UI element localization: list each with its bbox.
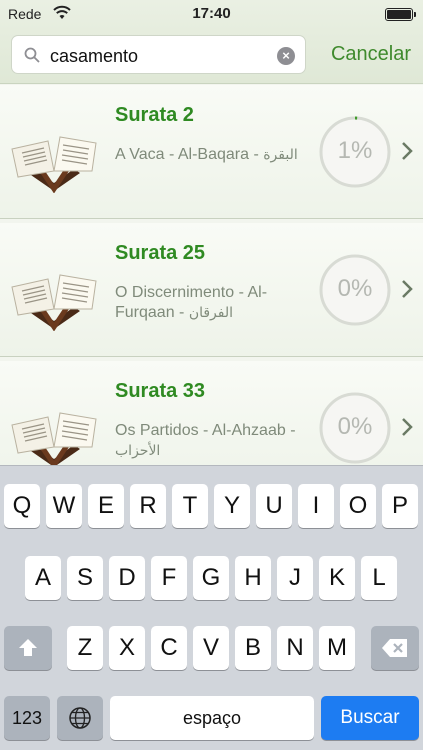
surah-subtitle-text: A Vaca - Al-Baqara - bbox=[115, 146, 264, 163]
search-input[interactable]: casamento × bbox=[11, 35, 306, 74]
globe-key[interactable] bbox=[57, 696, 103, 740]
chevron-right-icon[interactable] bbox=[401, 279, 413, 299]
surah-subtitle: A Vaca - Al-Baqara - البقرة bbox=[115, 145, 315, 165]
status-time: 17:40 bbox=[192, 5, 231, 22]
backspace-icon bbox=[382, 639, 407, 657]
battery-icon bbox=[385, 8, 416, 21]
progress-label: 1% bbox=[337, 137, 373, 164]
shift-icon bbox=[19, 639, 37, 656]
results-list[interactable]: Surata 2 A Vaca - Al-Baqara - البقرة 1% … bbox=[0, 85, 423, 465]
key-k[interactable]: K bbox=[319, 556, 355, 600]
key-i[interactable]: I bbox=[298, 484, 334, 528]
key-c[interactable]: C bbox=[151, 626, 187, 670]
key-e[interactable]: E bbox=[88, 484, 124, 528]
key-z[interactable]: Z bbox=[67, 626, 103, 670]
progress-label: 0% bbox=[337, 275, 373, 302]
globe-icon bbox=[69, 707, 91, 729]
chevron-right-icon[interactable] bbox=[401, 141, 413, 161]
surah-arabic-name: البقرة bbox=[263, 147, 298, 163]
key-w[interactable]: W bbox=[46, 484, 82, 528]
key-v[interactable]: V bbox=[193, 626, 229, 670]
key-d[interactable]: D bbox=[109, 556, 145, 600]
search-submit-key[interactable]: Buscar bbox=[321, 696, 419, 740]
numbers-key[interactable]: 123 bbox=[4, 696, 50, 740]
key-q[interactable]: Q bbox=[4, 484, 40, 528]
space-key[interactable]: espaço bbox=[110, 696, 314, 740]
search-header: Rede 17:40 casamento × Cancelar bbox=[0, 0, 423, 84]
key-b[interactable]: B bbox=[235, 626, 271, 670]
backspace-key[interactable] bbox=[371, 626, 419, 670]
quran-book-icon bbox=[11, 274, 97, 331]
key-l[interactable]: L bbox=[361, 556, 397, 600]
key-h[interactable]: H bbox=[235, 556, 271, 600]
key-p[interactable]: P bbox=[382, 484, 418, 528]
chevron-right-icon[interactable] bbox=[401, 417, 413, 437]
result-row[interactable]: Surata 2 A Vaca - Al-Baqara - البقرة 1% bbox=[0, 85, 423, 219]
key-t[interactable]: T bbox=[172, 484, 208, 528]
search-icon bbox=[24, 47, 40, 63]
surah-arabic-name: الأحزاب bbox=[115, 443, 161, 459]
keyboard: Q W E R T Y U I O P A S D F G H J K L Z … bbox=[0, 465, 423, 750]
surah-subtitle: Os Partidos - Al-Ahzaab - الأحزاب bbox=[115, 421, 315, 461]
key-s[interactable]: S bbox=[67, 556, 103, 600]
surah-title: Surata 25 bbox=[115, 242, 206, 264]
surah-subtitle-text: Os Partidos - Al-Ahzaab - bbox=[115, 422, 296, 439]
progress-label: 0% bbox=[337, 413, 373, 440]
key-a[interactable]: A bbox=[25, 556, 61, 600]
cancel-button[interactable]: Cancelar bbox=[331, 43, 411, 66]
clear-search-icon[interactable]: × bbox=[277, 47, 295, 65]
surah-title: Surata 33 bbox=[115, 380, 206, 402]
key-y[interactable]: Y bbox=[214, 484, 250, 528]
key-r[interactable]: R bbox=[130, 484, 166, 528]
key-j[interactable]: J bbox=[277, 556, 313, 600]
quran-book-icon bbox=[11, 412, 97, 465]
key-f[interactable]: F bbox=[151, 556, 187, 600]
status-bar: Rede 17:40 bbox=[0, 0, 423, 28]
result-row[interactable]: Surata 33 Os Partidos - Al-Ahzaab - الأح… bbox=[0, 361, 423, 465]
key-o[interactable]: O bbox=[340, 484, 376, 528]
shift-key[interactable] bbox=[4, 626, 52, 670]
result-row[interactable]: Surata 25 O Discernimento - Al-Furqaan -… bbox=[0, 223, 423, 357]
key-u[interactable]: U bbox=[256, 484, 292, 528]
key-x[interactable]: X bbox=[109, 626, 145, 670]
surah-subtitle: O Discernimento - Al-Furqaan - الفرقان bbox=[115, 283, 315, 323]
search-query[interactable]: casamento bbox=[50, 46, 138, 67]
key-m[interactable]: M bbox=[319, 626, 355, 670]
surah-arabic-name: الفرقان bbox=[188, 305, 234, 321]
surah-title: Surata 2 bbox=[115, 104, 194, 126]
key-g[interactable]: G bbox=[193, 556, 229, 600]
quran-book-icon bbox=[11, 136, 97, 193]
key-n[interactable]: N bbox=[277, 626, 313, 670]
